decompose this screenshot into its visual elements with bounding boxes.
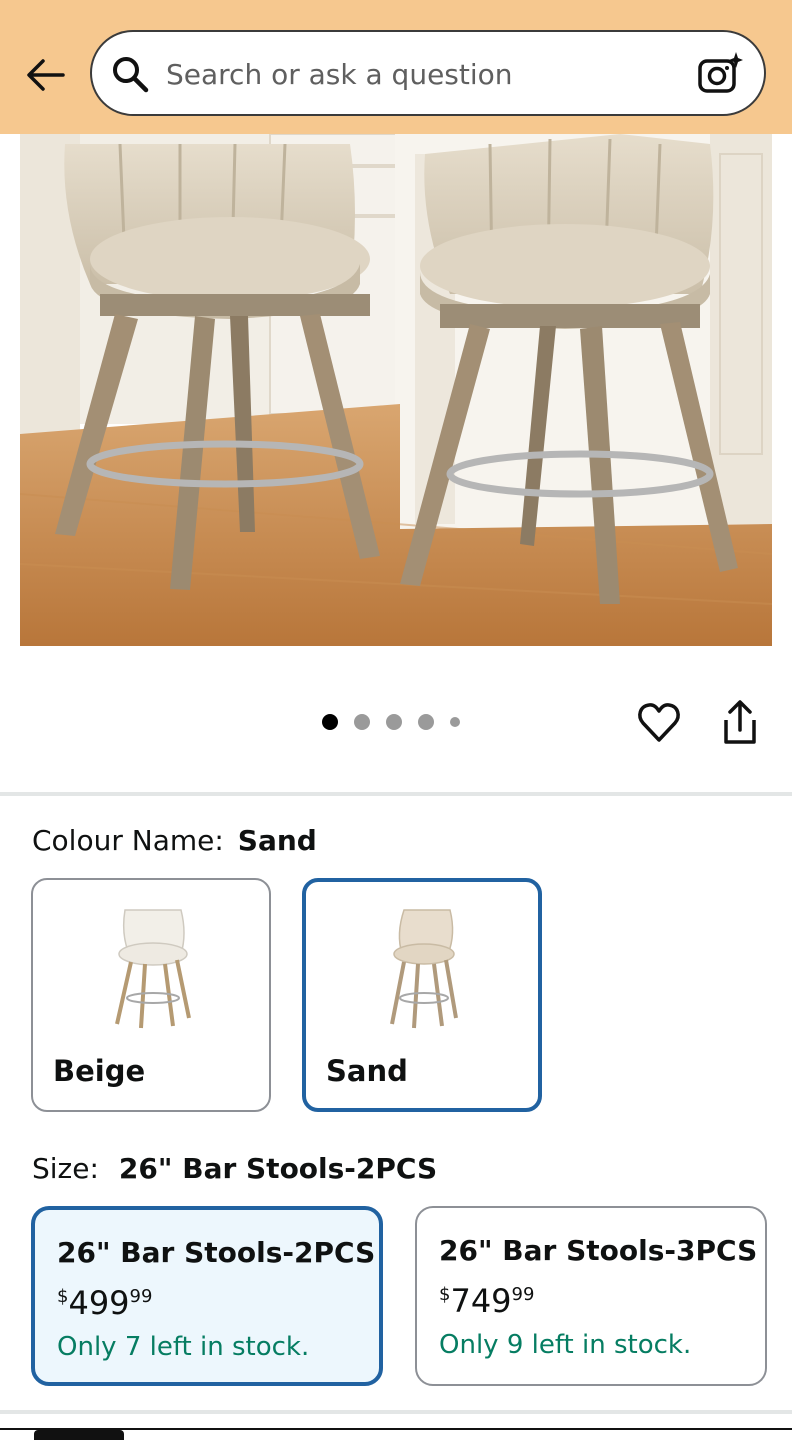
colour-option-label: Beige [53,1054,146,1088]
carousel-dot[interactable] [386,714,402,730]
colour-option-label: Sand [326,1054,408,1088]
size-option-3pcs[interactable]: 26" Bar Stools-3PCS $74999 Only 9 left i… [415,1206,767,1386]
size-option-price: $74999 [439,1282,534,1320]
top-header [0,0,792,134]
price-currency: $ [439,1284,451,1305]
size-option-price: $49999 [57,1284,152,1322]
price-fraction: 99 [511,1284,535,1305]
size-option-title: 26" Bar Stools-3PCS [439,1234,758,1267]
product-photo [20,134,772,646]
share-icon[interactable] [718,698,762,746]
price-fraction: 99 [129,1286,153,1307]
camera-search-icon[interactable] [696,50,744,98]
beige-stool-thumbnail [115,909,191,1029]
size-selected-value: 26" Bar Stools-2PCS [118,1152,438,1185]
colour-label: Colour Name: Sand [32,824,317,857]
back-arrow-icon [27,59,65,91]
size-label-text: Size: [32,1152,99,1185]
search-input[interactable] [166,50,686,98]
stock-status: Only 9 left in stock. [439,1330,692,1360]
search-icon [113,57,149,93]
search-bar[interactable] [90,30,766,116]
colour-label-text: Colour Name: [32,824,224,857]
section-divider [0,1410,792,1414]
product-image[interactable] [20,134,772,646]
carousel-dot-active[interactable] [322,714,338,730]
size-option-2pcs[interactable]: 26" Bar Stools-2PCS $49999 Only 7 left i… [31,1206,383,1386]
carousel-indicator[interactable] [322,712,460,732]
colour-option-sand[interactable]: Sand [302,878,542,1112]
carousel-dot[interactable] [354,714,370,730]
sand-stool-thumbnail [390,909,458,1029]
price-currency: $ [57,1286,69,1307]
bottom-panel-tab [34,1430,124,1440]
colour-selected-value: Sand [237,824,317,857]
carousel-dot[interactable] [418,714,434,730]
size-option-title: 26" Bar Stools-2PCS [57,1236,376,1269]
stock-status: Only 7 left in stock. [57,1332,310,1362]
size-label: Size: 26" Bar Stools-2PCS [32,1152,437,1185]
price-whole: 499 [68,1284,130,1322]
colour-option-beige[interactable]: Beige [31,878,271,1112]
carousel-dot[interactable] [450,717,460,727]
heart-icon[interactable] [636,700,682,746]
back-button[interactable] [22,52,68,98]
price-whole: 749 [450,1282,512,1320]
section-divider [0,792,792,796]
